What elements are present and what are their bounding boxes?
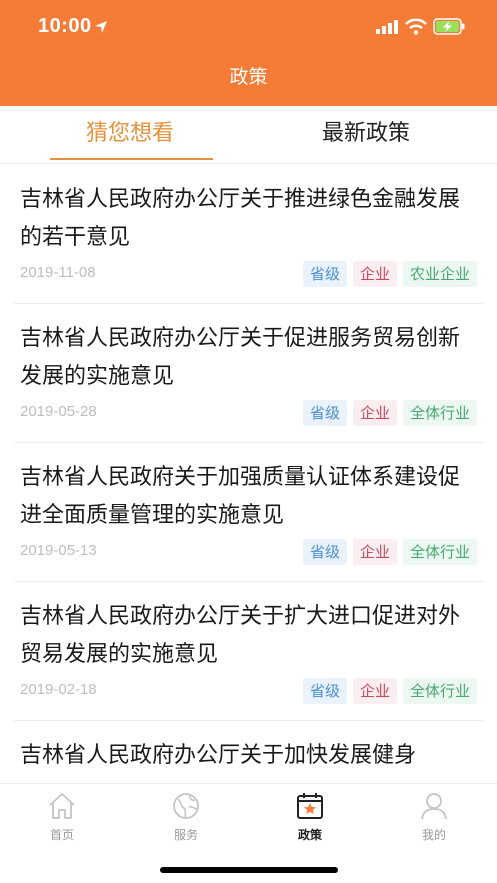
list-item[interactable]: 吉林省人民政府关于加强质量认证体系建设促进全面质量管理的实施意见 2019-05… — [14, 443, 483, 582]
status-time: 10:00 — [38, 15, 92, 37]
tag-target: 企业 — [352, 400, 397, 426]
item-date: 2019-02-18 — [20, 681, 97, 698]
item-tags: 省级 企业 全体行业 — [302, 539, 477, 565]
item-title: 吉林省人民政府关于加强质量认证体系建设促进全面质量管理的实施意见 — [20, 465, 461, 528]
tab-latest-policy[interactable]: 最新政策 — [266, 106, 466, 164]
tab-active-indicator — [50, 158, 213, 160]
tag-target: 企业 — [352, 261, 397, 287]
tabbar-policy-label: 政策 — [297, 828, 322, 842]
item-title: 吉林省人民政府办公厅关于加快发展健身 — [20, 743, 417, 768]
item-tags: 省级 企业 全体行业 — [302, 678, 477, 704]
item-date: 2019-05-13 — [20, 542, 97, 559]
tab-bar-top: 猜您想看 最新政策 — [0, 106, 497, 164]
tag-industry: 农业企业 — [402, 261, 477, 287]
tag-level: 省级 — [302, 261, 347, 287]
item-title: 吉林省人民政府办公厅关于促进服务贸易创新发展的实施意见 — [20, 326, 461, 389]
item-title: 吉林省人民政府办公厅关于扩大进口促进对外贸易发展的实施意见 — [20, 604, 461, 667]
item-tags: 省级 企业 农业企业 — [302, 261, 477, 287]
tabbar-me[interactable]: 我的 — [394, 790, 474, 843]
tabbar-home[interactable]: 首页 — [22, 790, 102, 843]
list-item[interactable]: 吉林省人民政府办公厅关于推进绿色金融发展的若干意见 2019-11-08 省级 … — [14, 165, 483, 304]
tag-level: 省级 — [302, 539, 347, 565]
tabbar-policy[interactable]: 政策 — [270, 790, 350, 843]
signal-icon — [376, 20, 398, 34]
tag-industry: 全体行业 — [402, 678, 477, 704]
policy-list[interactable]: 吉林省人民政府办公厅关于推进绿色金融发展的若干意见 2019-11-08 省级 … — [0, 165, 497, 783]
tag-level: 省级 — [302, 400, 347, 426]
header: 10:00 政策 — [0, 0, 497, 106]
item-title: 吉林省人民政府办公厅关于推进绿色金融发展的若干意见 — [20, 187, 461, 250]
tag-target: 企业 — [352, 539, 397, 565]
tag-target: 企业 — [352, 678, 397, 704]
tabbar-service-label: 服务 — [173, 828, 198, 842]
tabbar-service[interactable]: 服务 — [146, 790, 226, 843]
user-icon — [421, 793, 447, 820]
tag-level: 省级 — [302, 678, 347, 704]
location-arrow-icon — [95, 21, 107, 33]
wifi-icon — [405, 18, 427, 35]
tab-recommended[interactable]: 猜您想看 — [30, 106, 230, 164]
tabbar-me-label: 我的 — [421, 828, 446, 842]
home-icon — [49, 793, 75, 819]
tag-industry: 全体行业 — [402, 539, 477, 565]
tabbar-home-label: 首页 — [49, 828, 74, 842]
tag-industry: 全体行业 — [402, 400, 477, 426]
home-indicator — [160, 867, 338, 873]
list-item[interactable]: 吉林省人民政府办公厅关于扩大进口促进对外贸易发展的实施意见 2019-02-18… — [14, 582, 483, 721]
list-item[interactable]: 吉林省人民政府办公厅关于加快发展健身 — [14, 721, 483, 783]
battery-charging-icon — [433, 18, 465, 35]
page-title: 政策 — [229, 66, 268, 88]
list-item[interactable]: 吉林省人民政府办公厅关于促进服务贸易创新发展的实施意见 2019-05-28 省… — [14, 304, 483, 443]
globe-icon — [173, 793, 199, 819]
item-tags: 省级 企业 全体行业 — [302, 400, 477, 426]
status-bar: 10:00 — [0, 0, 497, 56]
calendar-star-icon — [297, 793, 323, 819]
item-date: 2019-11-08 — [20, 264, 96, 281]
item-date: 2019-05-28 — [20, 403, 97, 420]
